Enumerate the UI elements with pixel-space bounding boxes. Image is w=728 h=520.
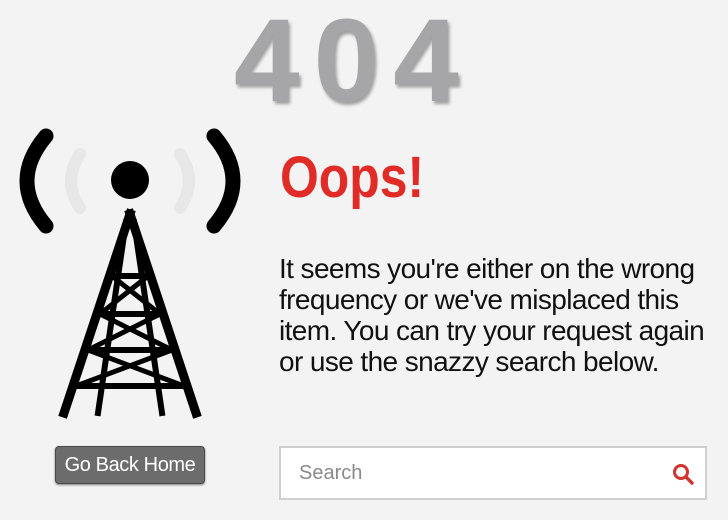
search-box [279,446,707,500]
go-back-home-button[interactable]: Go Back Home [55,446,205,484]
error-headline: Oops! [280,145,425,210]
radio-tower-icon [19,128,241,419]
error-code: 404 [234,0,473,127]
error-page: 404 Oops! It seems you're either on the … [0,0,728,520]
error-message: It seems you're either on the wrong freq… [279,253,705,377]
search-icon[interactable] [672,463,694,485]
search-input[interactable] [281,448,651,498]
